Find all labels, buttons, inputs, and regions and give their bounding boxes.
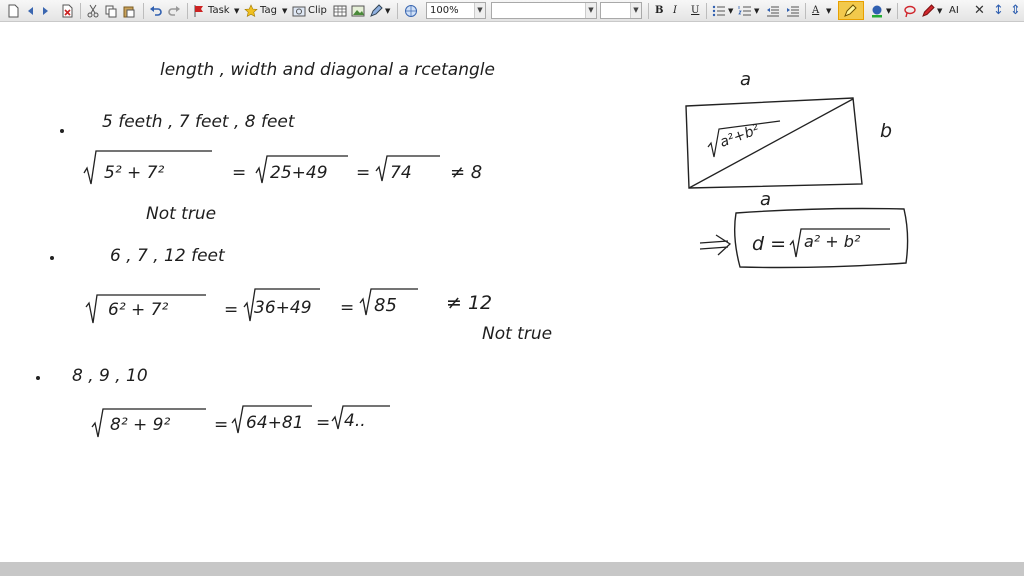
text-style-dropdown-icon[interactable]: ▼ <box>826 3 831 19</box>
cut-icon[interactable] <box>86 4 100 18</box>
item3-line: 8 , 9 , 10 <box>72 366 148 386</box>
toolbar: Task ▼ Tag ▼ Clip ▼ 100% ▼ ▼ ▼ B I U ▼ ▼ … <box>0 0 1024 22</box>
task-button[interactable]: Task <box>208 3 230 19</box>
font-size-dropdown-icon[interactable]: ▼ <box>630 3 641 18</box>
underline-button[interactable]: U <box>691 3 699 19</box>
item1-sqrt-term: 5² + 7² <box>104 163 164 183</box>
item3-sum: 64+81 <box>246 413 304 433</box>
bullets-icon[interactable] <box>712 4 726 18</box>
note-title: length , width and diagonal a rcetangle <box>160 60 495 80</box>
numbering-icon[interactable] <box>738 4 752 18</box>
web-icon[interactable] <box>404 4 418 18</box>
item2-equals-1: = <box>224 300 238 320</box>
item2-sqrt-term: 6² + 7² <box>108 300 168 320</box>
task-dropdown-icon[interactable]: ▼ <box>234 3 239 19</box>
item3-sqrt-term: 8² + 9² <box>110 415 170 435</box>
pen-dropdown-icon[interactable]: ▼ <box>937 3 942 19</box>
item1-line: 5 feeth , 7 feet , 8 feet <box>102 112 296 132</box>
zoom-dropdown-icon[interactable]: ▼ <box>474 3 485 18</box>
item2-equals-2: = <box>340 298 354 318</box>
paste-icon[interactable] <box>122 4 136 18</box>
bullet-3 <box>36 376 40 380</box>
bullet-2 <box>50 256 54 260</box>
zoom-select[interactable]: 100% ▼ <box>426 2 486 19</box>
item1-sum: 25+49 <box>270 163 328 183</box>
task-flag-icon[interactable] <box>192 4 206 18</box>
diagram-top-label: a <box>740 69 751 90</box>
font-name-dropdown-icon[interactable]: ▼ <box>585 3 596 18</box>
forward-icon[interactable] <box>38 4 52 18</box>
zoom-value: 100% <box>430 5 459 16</box>
highlighter-button[interactable] <box>838 1 864 20</box>
redo-icon[interactable] <box>167 4 181 18</box>
tag-star-icon[interactable] <box>244 4 258 18</box>
back-icon[interactable] <box>24 4 38 18</box>
bottom-scrollbar[interactable] <box>0 562 1024 576</box>
bullets-dropdown-icon[interactable]: ▼ <box>728 3 733 19</box>
undo-icon[interactable] <box>149 4 163 18</box>
item2-compare: ≠ 12 <box>446 292 492 314</box>
pen-tools-icon[interactable] <box>369 4 383 18</box>
pen-icon[interactable] <box>921 4 935 18</box>
rectangle-shape <box>685 97 863 189</box>
item2-sum: 36+49 <box>254 298 312 318</box>
tag-dropdown-icon[interactable]: ▼ <box>282 3 287 19</box>
ink-layer: length , width and diagonal a rcetangle … <box>36 60 909 438</box>
italic-button[interactable]: I <box>673 3 677 19</box>
font-button[interactable]: AI <box>949 3 959 19</box>
arrow-icon <box>699 234 732 256</box>
item1-compare: ≠ 8 <box>450 162 482 183</box>
diagram-side-label: b <box>880 120 892 142</box>
item1-equals-2: = <box>356 163 370 183</box>
new-page-icon[interactable] <box>6 4 20 18</box>
increase-indent-icon[interactable] <box>786 4 800 18</box>
bold-button[interactable]: B <box>655 3 663 19</box>
diagram-bottom-label: a <box>760 189 771 210</box>
resize-icon[interactable]: ⇕ <box>1010 3 1021 19</box>
insert-picture-icon[interactable] <box>351 4 365 18</box>
numbering-dropdown-icon[interactable]: ▼ <box>754 3 759 19</box>
clip-icon[interactable] <box>292 4 306 18</box>
font-color-icon[interactable] <box>870 4 884 18</box>
item1-equals-1: = <box>232 163 246 183</box>
formula-d: d = <box>752 233 786 255</box>
item1-result: 74 <box>390 163 412 183</box>
item1-verdict: Not true <box>146 204 216 224</box>
tag-button[interactable]: Tag <box>260 3 277 19</box>
table-icon[interactable] <box>333 4 347 18</box>
item2-line: 6 , 7 , 12 feet <box>110 246 226 266</box>
close-icon[interactable]: ✕ <box>974 3 985 19</box>
item2-result: 85 <box>374 295 397 316</box>
text-style-button[interactable]: A <box>812 3 819 19</box>
rectangle-diagonal <box>688 98 854 189</box>
note-canvas[interactable]: length , width and diagonal a rcetangle … <box>0 23 1024 561</box>
highlighter-icon <box>844 4 857 17</box>
clip-button[interactable]: Clip <box>308 3 327 19</box>
font-size-select[interactable]: ▼ <box>600 2 642 19</box>
move-icon[interactable]: ↕ <box>993 3 1004 19</box>
copy-icon[interactable] <box>104 4 118 18</box>
decrease-indent-icon[interactable] <box>766 4 780 18</box>
item3-equals-2: = <box>316 413 330 433</box>
lasso-icon[interactable] <box>903 4 917 18</box>
pen-tools-dropdown-icon[interactable]: ▼ <box>385 3 390 19</box>
font-name-select[interactable]: ▼ <box>491 2 597 19</box>
bullet-1 <box>60 129 64 133</box>
item2-verdict: Not true <box>482 324 552 344</box>
delete-page-icon[interactable] <box>60 4 74 18</box>
item3-equals-1: = <box>214 415 228 435</box>
formula-term: a² + b² <box>804 232 861 251</box>
font-color-dropdown-icon[interactable]: ▼ <box>886 3 891 19</box>
item3-result: 4.. <box>344 411 366 431</box>
